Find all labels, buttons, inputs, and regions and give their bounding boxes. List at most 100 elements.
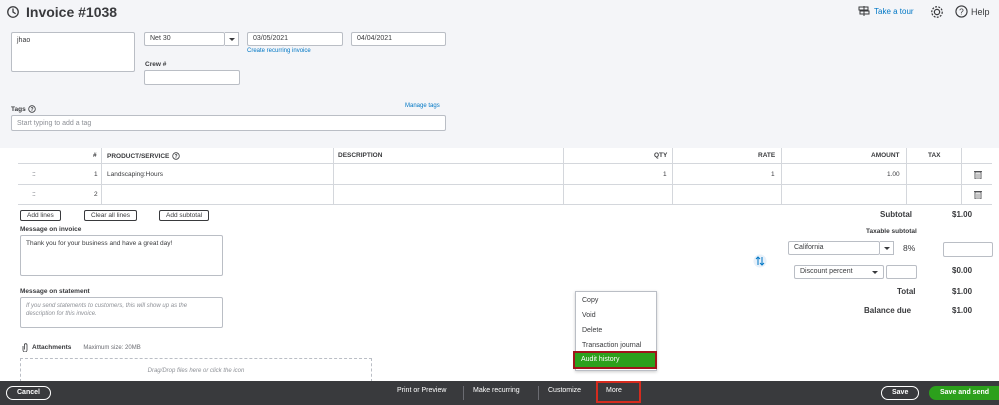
line-items-header: # PRODUCT/SERVICE ? DESCRIPTION QTY RATE… — [18, 148, 992, 164]
clear-all-lines-button[interactable]: Clear all lines — [84, 210, 138, 221]
col-divider — [101, 148, 102, 205]
terms-select[interactable]: Net 30 — [144, 32, 225, 46]
tax-amount-field[interactable] — [943, 242, 993, 257]
tags-label-wrap: Tags ? — [11, 105, 36, 113]
row-qty[interactable]: 1 — [663, 171, 667, 178]
col-divider — [672, 148, 673, 205]
discount-amount: $0.00 — [952, 266, 973, 275]
crew-field[interactable] — [144, 70, 240, 85]
message-statement-field[interactable]: If you send statements to customers, thi… — [20, 297, 223, 328]
row-num: 2 — [94, 191, 98, 198]
info-icon[interactable]: ? — [172, 152, 181, 160]
footer-divider — [463, 386, 464, 400]
svg-text:?: ? — [175, 154, 178, 160]
cancel-button[interactable]: Cancel — [6, 386, 51, 400]
col-product: PRODUCT/SERVICE — [107, 152, 170, 160]
print-preview-button[interactable]: Print or Preview — [397, 387, 446, 394]
balance-due-value: $1.00 — [952, 306, 973, 315]
discount-value-field[interactable] — [886, 265, 917, 279]
info-icon[interactable]: ? — [28, 105, 36, 113]
paperclip-icon — [22, 343, 28, 352]
discount-type-select[interactable]: Discount percent — [794, 265, 884, 279]
svg-text:?: ? — [959, 6, 964, 16]
discount-type-label: Discount percent — [800, 268, 853, 275]
terms-dropdown-arrow[interactable] — [225, 32, 239, 46]
history-icon[interactable] — [6, 5, 20, 19]
signpost-icon — [858, 6, 870, 16]
footer-bar: Cancel Print or Preview Make recurring C… — [0, 381, 999, 405]
max-size-label: Maximum size: 20MB — [83, 344, 141, 351]
balance-due-label: Balance due — [864, 306, 912, 315]
manage-tags-link[interactable]: Manage tags — [405, 103, 440, 109]
attachments-label: Attachments — [32, 344, 72, 351]
more-highlight-box — [596, 381, 641, 403]
invoice-date-field[interactable]: 03/05/2021 — [247, 32, 343, 46]
tax-rate: 8% — [903, 243, 916, 253]
total-label: Total — [897, 287, 916, 296]
take-tour-link[interactable]: Take a tour — [858, 6, 914, 16]
help-button[interactable]: ? Help — [955, 5, 990, 18]
save-and-send-button[interactable]: Save and send — [929, 386, 999, 400]
swap-arrows-icon[interactable] — [753, 254, 767, 268]
attachments-row: Attachments Maximum size: 20MB — [22, 343, 141, 352]
message-invoice-label: Message on invoice — [20, 226, 82, 233]
chevron-down-icon — [872, 271, 878, 274]
menu-item-audit-history[interactable]: Audit history — [573, 351, 657, 369]
total-value: $1.00 — [952, 287, 973, 296]
page-header: Invoice #1038 Take a tour ? Help — [0, 0, 999, 24]
add-subtotal-button[interactable]: Add subtotal — [159, 210, 210, 221]
question-circle-icon: ? — [955, 5, 968, 18]
col-divider — [333, 148, 334, 205]
col-product-wrap: PRODUCT/SERVICE ? — [107, 152, 181, 160]
tax-region-select[interactable]: California — [788, 241, 880, 255]
create-recurring-link[interactable]: Create recurring invoice — [247, 48, 311, 54]
tax-region-dropdown-arrow[interactable] — [880, 241, 894, 255]
crew-label: Crew # — [145, 61, 167, 68]
due-date-field[interactable]: 04/04/2021 — [351, 32, 446, 46]
row-product[interactable]: Landscaping:Hours — [107, 171, 163, 178]
tags-input[interactable]: Start typing to add a tag — [11, 115, 446, 131]
add-lines-button[interactable]: Add lines — [20, 210, 61, 221]
row-amount[interactable]: 1.00 — [887, 171, 900, 178]
gear-icon[interactable] — [930, 5, 944, 19]
col-divider — [781, 148, 782, 205]
save-button[interactable]: Save — [881, 386, 920, 400]
col-amount: AMOUNT — [871, 152, 900, 159]
menu-item-transaction-journal[interactable]: Transaction journal — [582, 342, 641, 349]
table-row[interactable]: ::: 2 — [18, 185, 992, 205]
trash-icon[interactable] — [974, 190, 982, 199]
drag-handle-icon[interactable]: ::: — [32, 171, 36, 178]
col-description: DESCRIPTION — [338, 152, 383, 159]
menu-item-delete[interactable]: Delete — [582, 327, 602, 334]
row-num: 1 — [94, 171, 98, 178]
subtotal-value: $1.00 — [952, 210, 973, 219]
tags-label: Tags — [11, 105, 26, 113]
col-num: # — [93, 152, 97, 159]
message-statement-label: Message on statement — [20, 288, 90, 295]
make-recurring-button[interactable]: Make recurring — [473, 387, 520, 394]
svg-text:?: ? — [30, 107, 33, 113]
help-label: Help — [971, 6, 990, 17]
take-tour-label: Take a tour — [874, 6, 914, 16]
col-tax: TAX — [928, 152, 941, 159]
customize-button[interactable]: Customize — [548, 387, 581, 394]
footer-divider — [538, 386, 539, 400]
col-qty: QTY — [654, 152, 668, 159]
menu-item-copy[interactable]: Copy — [582, 297, 598, 304]
audit-history-label: Audit history — [581, 356, 620, 363]
page-title: Invoice #1038 — [26, 4, 118, 20]
attachment-dropzone[interactable]: Drag/Drop files here or click the icon — [20, 358, 372, 382]
trash-icon[interactable] — [974, 170, 982, 179]
taxable-subtotal-label: Taxable subtotal — [866, 228, 917, 235]
drag-handle-icon[interactable]: ::: — [32, 191, 36, 198]
billing-address-field[interactable]: jhao — [11, 32, 135, 72]
col-divider — [906, 148, 907, 205]
menu-item-void[interactable]: Void — [582, 312, 596, 319]
table-row[interactable]: ::: 1 Landscaping:Hours 1 1 1.00 — [18, 165, 992, 185]
col-rate: RATE — [758, 152, 776, 159]
col-divider — [563, 148, 564, 205]
col-divider — [961, 148, 962, 205]
message-invoice-field[interactable]: Thank you for your business and have a g… — [20, 235, 223, 276]
subtotal-label: Subtotal — [880, 210, 912, 219]
row-rate[interactable]: 1 — [771, 171, 775, 178]
